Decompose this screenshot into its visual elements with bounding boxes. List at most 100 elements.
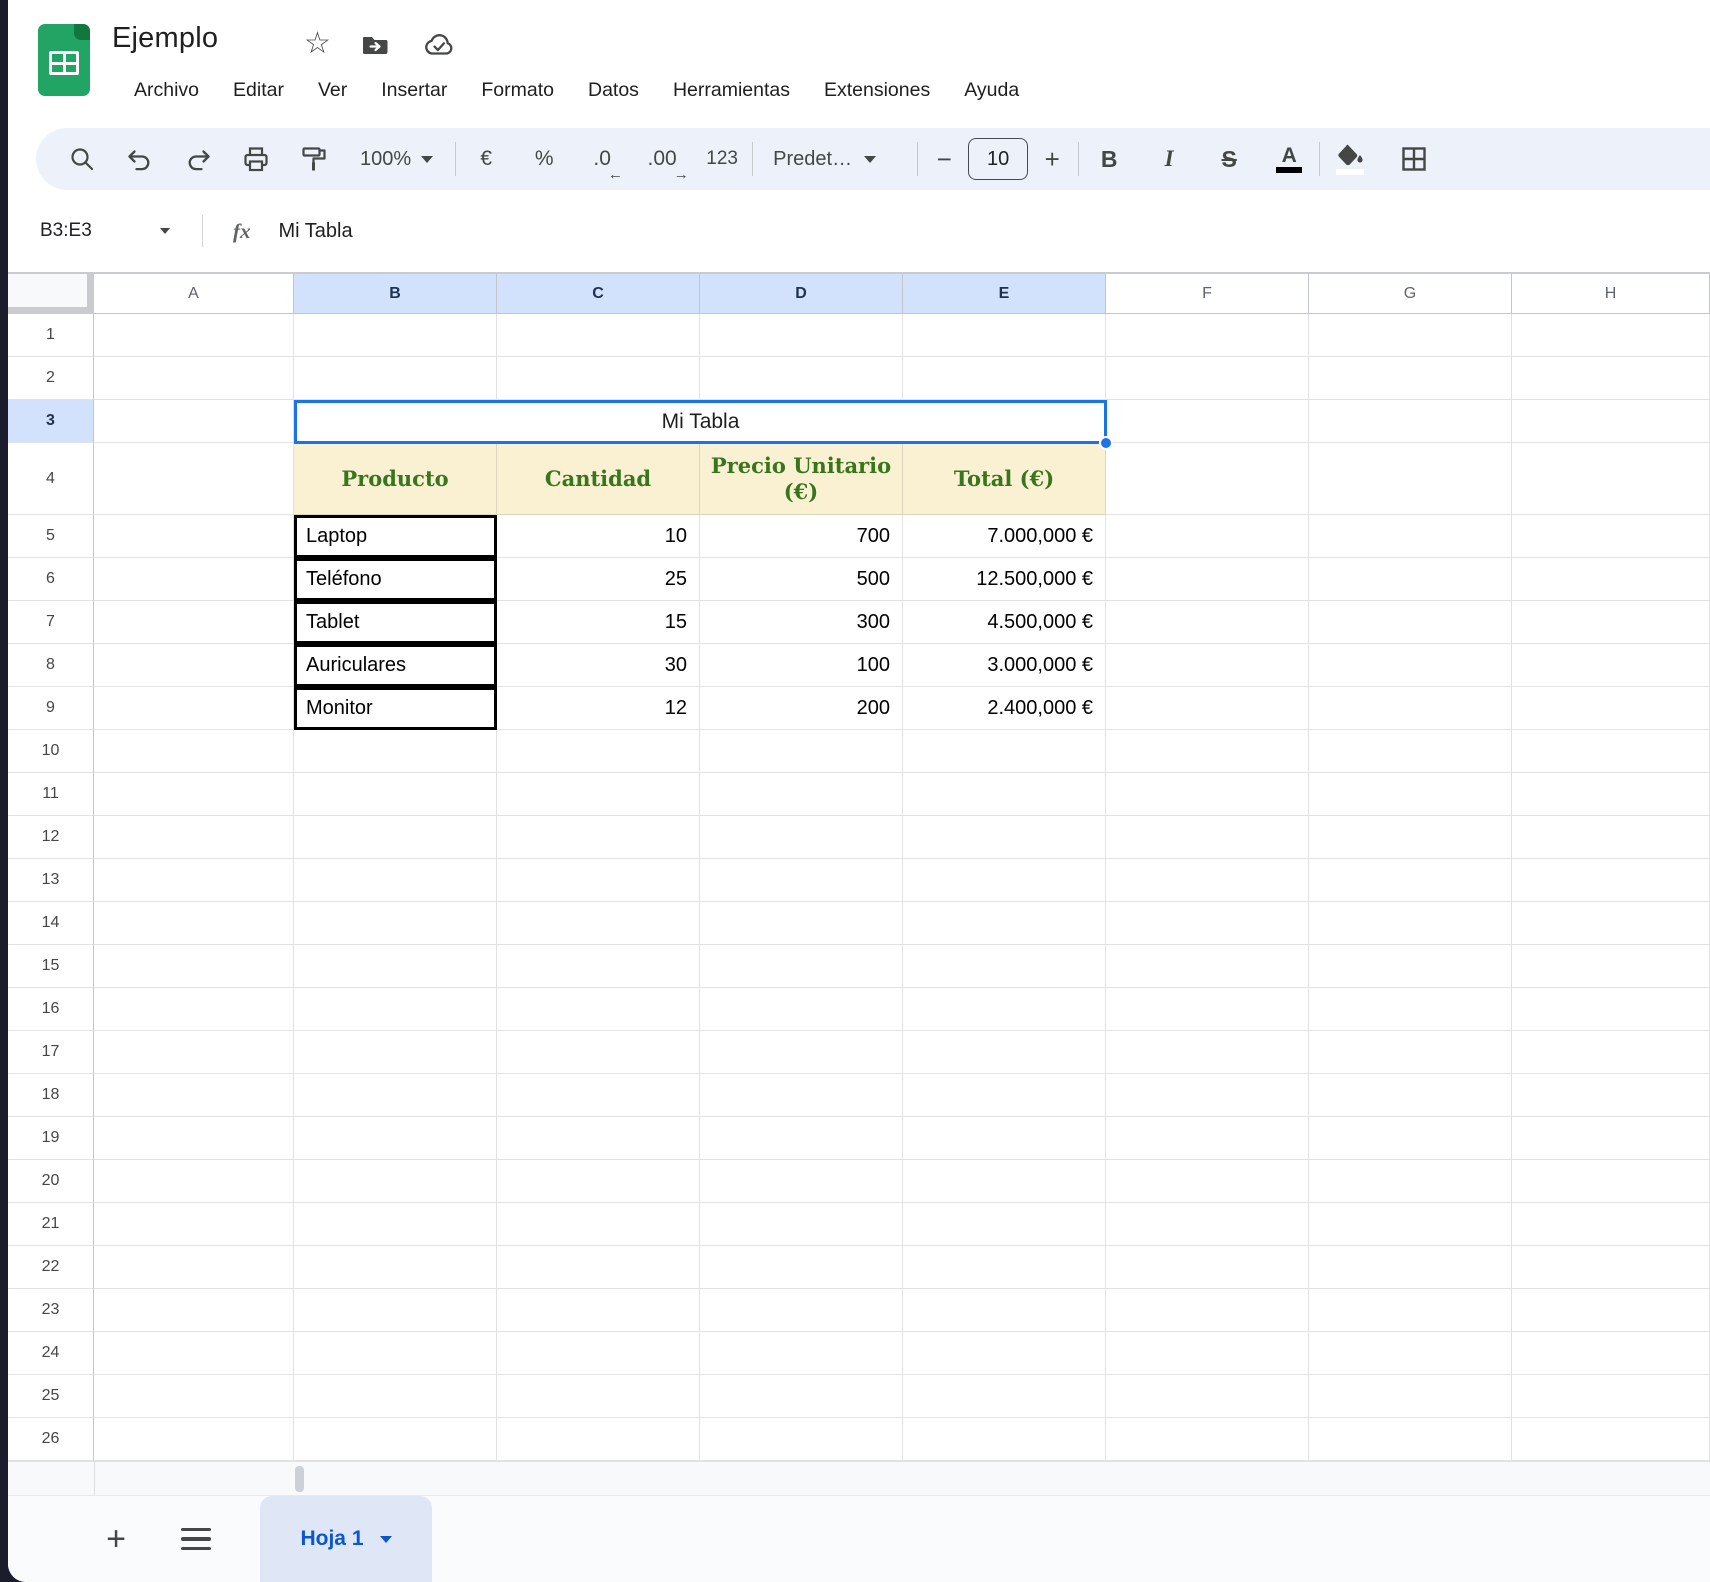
cell-A19[interactable] [94, 1117, 294, 1160]
row-header-24[interactable]: 24 [8, 1332, 94, 1375]
cell-B5[interactable]: Laptop [294, 515, 497, 558]
cell-B25[interactable] [294, 1375, 497, 1418]
cell-F6[interactable] [1106, 558, 1309, 601]
cell-D6[interactable]: 500 [700, 558, 903, 601]
cell-B16[interactable] [294, 988, 497, 1031]
cell-B6[interactable]: Teléfono [294, 558, 497, 601]
cell-F26[interactable] [1106, 1418, 1309, 1461]
menu-ver[interactable]: Ver [308, 74, 357, 107]
cell-H2[interactable] [1512, 357, 1710, 400]
cell-C23[interactable] [497, 1289, 700, 1332]
cell-A10[interactable] [94, 730, 294, 773]
italic-button[interactable]: I [1147, 137, 1191, 181]
cell-C11[interactable] [497, 773, 700, 816]
cell-E15[interactable] [903, 945, 1106, 988]
cell-D11[interactable] [700, 773, 903, 816]
cell-H15[interactable] [1512, 945, 1710, 988]
cell-D16[interactable] [700, 988, 903, 1031]
text-color-button[interactable]: A [1267, 137, 1311, 181]
menu-archivo[interactable]: Archivo [124, 74, 209, 107]
font-size-input[interactable]: 10 [968, 138, 1028, 180]
row-header-21[interactable]: 21 [8, 1203, 94, 1246]
move-folder-icon[interactable] [360, 30, 390, 65]
column-header-E[interactable]: E [903, 274, 1106, 314]
strikethrough-button[interactable]: S [1207, 137, 1251, 181]
row-header-19[interactable]: 19 [8, 1117, 94, 1160]
cell-F4[interactable] [1106, 443, 1309, 515]
cell-F1[interactable] [1106, 314, 1309, 357]
cell-A14[interactable] [94, 902, 294, 945]
add-sheet-button[interactable]: + [94, 1517, 138, 1561]
cell-G22[interactable] [1309, 1246, 1512, 1289]
cell-H3[interactable] [1512, 400, 1710, 443]
cell-H4[interactable] [1512, 443, 1710, 515]
cell-F7[interactable] [1106, 601, 1309, 644]
cell-E21[interactable] [903, 1203, 1106, 1246]
cell-D8[interactable]: 100 [700, 644, 903, 687]
cell-D14[interactable] [700, 902, 903, 945]
cell-H17[interactable] [1512, 1031, 1710, 1074]
cell-G24[interactable] [1309, 1332, 1512, 1375]
cell-A17[interactable] [94, 1031, 294, 1074]
cell-G9[interactable] [1309, 687, 1512, 730]
star-icon[interactable]: ☆ [304, 26, 331, 61]
menu-herramientas[interactable]: Herramientas [663, 74, 800, 107]
cell-E7[interactable]: 4.500,000 € [903, 601, 1106, 644]
cell-F17[interactable] [1106, 1031, 1309, 1074]
cell-G5[interactable] [1309, 515, 1512, 558]
column-header-C[interactable]: C [497, 274, 700, 314]
cell-D9[interactable]: 200 [700, 687, 903, 730]
select-all-corner[interactable] [8, 274, 94, 314]
row-header-22[interactable]: 22 [8, 1246, 94, 1289]
cell-B12[interactable] [294, 816, 497, 859]
cell-F12[interactable] [1106, 816, 1309, 859]
cell-C17[interactable] [497, 1031, 700, 1074]
cell-F21[interactable] [1106, 1203, 1309, 1246]
decrease-font-size-button[interactable]: − [926, 137, 962, 181]
cell-B10[interactable] [294, 730, 497, 773]
menu-ayuda[interactable]: Ayuda [954, 74, 1029, 107]
cell-F2[interactable] [1106, 357, 1309, 400]
cell-A21[interactable] [94, 1203, 294, 1246]
cell-A8[interactable] [94, 644, 294, 687]
cell-H1[interactable] [1512, 314, 1710, 357]
cell-G20[interactable] [1309, 1160, 1512, 1203]
cell-D7[interactable]: 300 [700, 601, 903, 644]
cell-F13[interactable] [1106, 859, 1309, 902]
cell-E2[interactable] [903, 357, 1106, 400]
cell-E11[interactable] [903, 773, 1106, 816]
cell-H12[interactable] [1512, 816, 1710, 859]
column-header-H[interactable]: H [1512, 274, 1710, 314]
fill-color-button[interactable] [1328, 137, 1372, 181]
cell-F16[interactable] [1106, 988, 1309, 1031]
cell-A13[interactable] [94, 859, 294, 902]
cell-C13[interactable] [497, 859, 700, 902]
cell-A6[interactable] [94, 558, 294, 601]
cell-F11[interactable] [1106, 773, 1309, 816]
cell-H25[interactable] [1512, 1375, 1710, 1418]
cell-A16[interactable] [94, 988, 294, 1031]
cell-A20[interactable] [94, 1160, 294, 1203]
cell-G26[interactable] [1309, 1418, 1512, 1461]
selected-merged-cell-B3:E3[interactable]: Mi Tabla [294, 400, 1107, 444]
row-header-20[interactable]: 20 [8, 1160, 94, 1203]
cell-A5[interactable] [94, 515, 294, 558]
cell-B24[interactable] [294, 1332, 497, 1375]
menu-extensiones[interactable]: Extensiones [814, 74, 940, 107]
cell-D13[interactable] [700, 859, 903, 902]
cell-C8[interactable]: 30 [497, 644, 700, 687]
cell-E9[interactable]: 2.400,000 € [903, 687, 1106, 730]
cell-G4[interactable] [1309, 443, 1512, 515]
cell-F14[interactable] [1106, 902, 1309, 945]
cell-G19[interactable] [1309, 1117, 1512, 1160]
document-title[interactable]: Ejemplo [112, 22, 218, 55]
cell-B26[interactable] [294, 1418, 497, 1461]
cell-C12[interactable] [497, 816, 700, 859]
cell-A3[interactable] [94, 400, 294, 443]
cell-D25[interactable] [700, 1375, 903, 1418]
cell-A15[interactable] [94, 945, 294, 988]
cell-B2[interactable] [294, 357, 497, 400]
cell-B22[interactable] [294, 1246, 497, 1289]
cell-G3[interactable] [1309, 400, 1512, 443]
cell-A7[interactable] [94, 601, 294, 644]
